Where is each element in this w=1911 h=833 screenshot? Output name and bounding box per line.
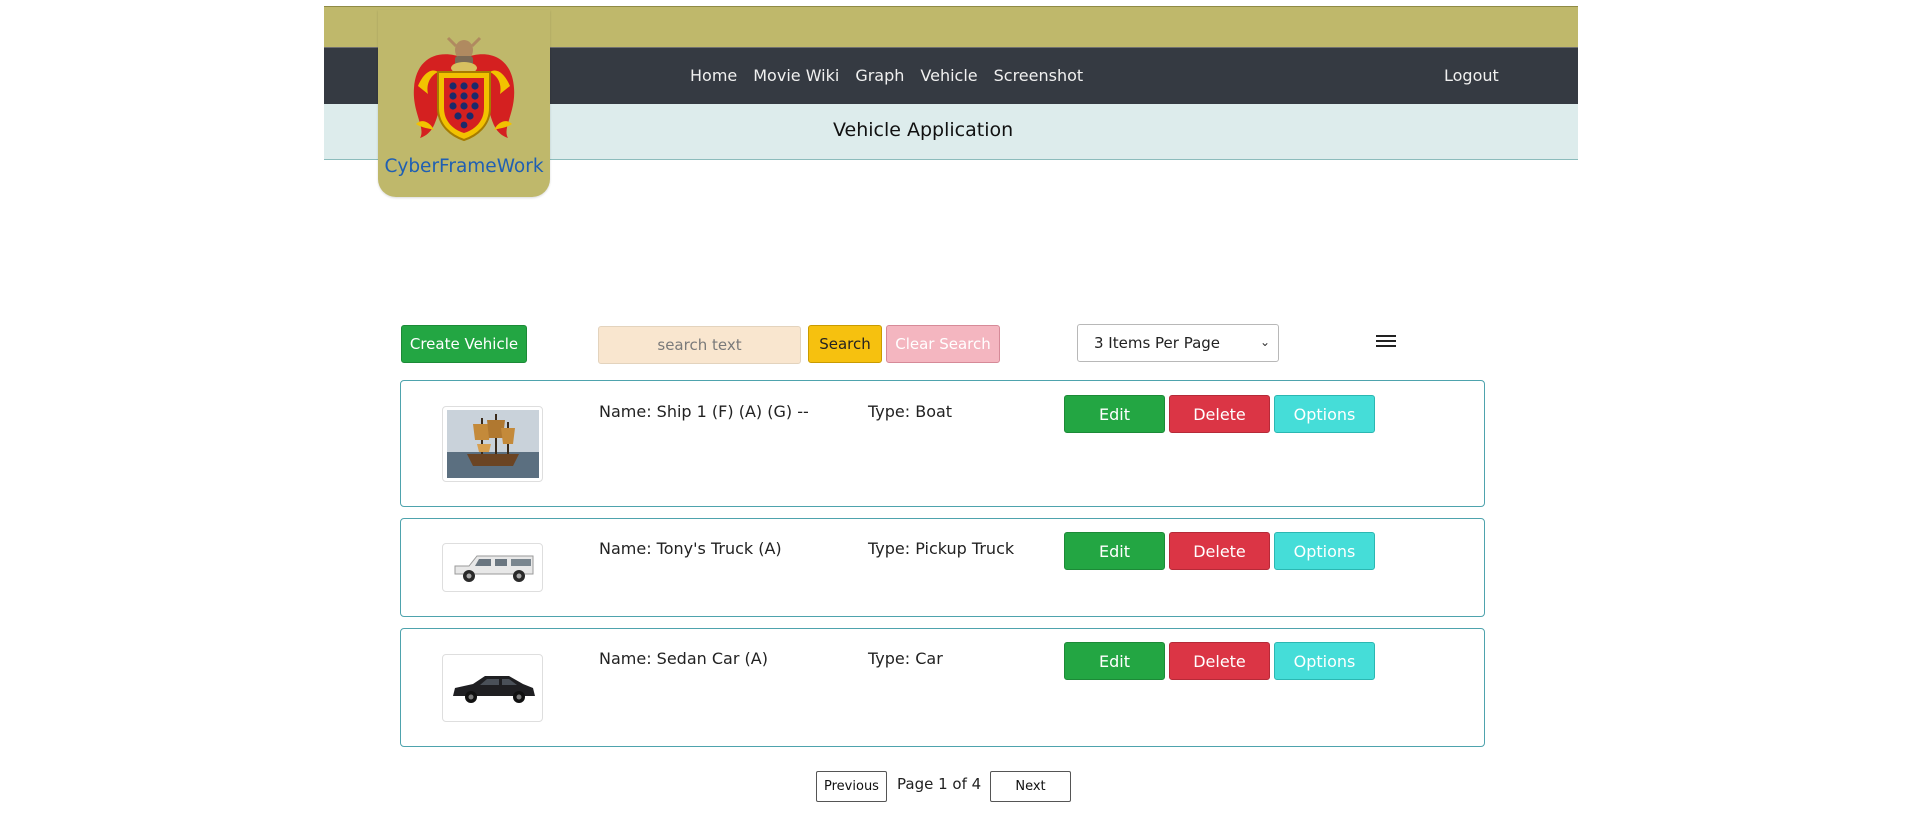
vehicle-name: Name: Ship 1 (F) (A) (G) --: [599, 402, 809, 421]
nav-graph[interactable]: Graph: [855, 66, 904, 88]
vehicle-card: Name: Tony's Truck (A) Type: Pickup Truc…: [400, 518, 1485, 617]
nav-vehicle[interactable]: Vehicle: [920, 66, 977, 88]
vehicle-name: Name: Sedan Car (A): [599, 649, 768, 668]
search-button[interactable]: Search: [808, 325, 882, 363]
main-nav: Home Movie Wiki Graph Vehicle Screenshot: [690, 66, 1083, 88]
vehicle-type: Type: Car: [868, 649, 943, 668]
logout-link[interactable]: Logout: [1444, 66, 1499, 85]
chevron-down-icon: ⌄: [1259, 335, 1270, 349]
vehicle-card: Name: Ship 1 (F) (A) (G) -- Type: Boat E…: [400, 380, 1485, 507]
hamburger-menu-icon[interactable]: [1376, 333, 1396, 349]
nav-movie-wiki[interactable]: Movie Wiki: [753, 66, 839, 88]
vehicle-type: Type: Boat: [868, 402, 953, 421]
edit-button[interactable]: Edit: [1064, 395, 1165, 433]
brand-name: CyberFrameWork: [384, 156, 544, 177]
nav-screenshot[interactable]: Screenshot: [994, 66, 1084, 88]
pickup-truck-photo: [442, 543, 543, 592]
search-input[interactable]: [598, 326, 801, 364]
coat-of-arms-logo: [413, 36, 515, 142]
options-button[interactable]: Options: [1274, 395, 1375, 433]
vehicle-name: Name: Tony's Truck (A): [599, 539, 782, 558]
edit-button[interactable]: Edit: [1064, 642, 1165, 680]
truck-image: [454, 555, 533, 582]
options-button[interactable]: Options: [1274, 532, 1375, 570]
create-vehicle-button[interactable]: Create Vehicle: [401, 325, 527, 363]
vehicle-type: Type: Pickup Truck: [868, 539, 1015, 558]
delete-button[interactable]: Delete: [1169, 395, 1270, 433]
ship-photo: [442, 406, 543, 482]
items-per-page-select[interactable]: 3 Items Per Page ⌄: [1077, 324, 1279, 362]
page-indicator: Page 1 of 4: [897, 775, 982, 793]
vehicle-card: Name: Sedan Car (A) Type: Car Edit Delet…: [400, 628, 1485, 747]
sedan-car-photo: [442, 654, 543, 722]
nav-home[interactable]: Home: [690, 66, 737, 88]
options-button[interactable]: Options: [1274, 642, 1375, 680]
next-page-button[interactable]: Next: [990, 771, 1071, 802]
delete-button[interactable]: Delete: [1169, 642, 1270, 680]
sedan-image: [452, 676, 535, 703]
brand-logo-card[interactable]: CyberFrameWork: [378, 10, 550, 197]
page-title: Vehicle Application: [833, 119, 1014, 141]
edit-button[interactable]: Edit: [1064, 532, 1165, 570]
delete-button[interactable]: Delete: [1169, 532, 1270, 570]
clear-search-button[interactable]: Clear Search: [886, 325, 1000, 363]
items-per-page-value: 3 Items Per Page: [1094, 334, 1221, 352]
ship-image: [446, 410, 539, 478]
previous-page-button[interactable]: Previous: [816, 771, 887, 802]
